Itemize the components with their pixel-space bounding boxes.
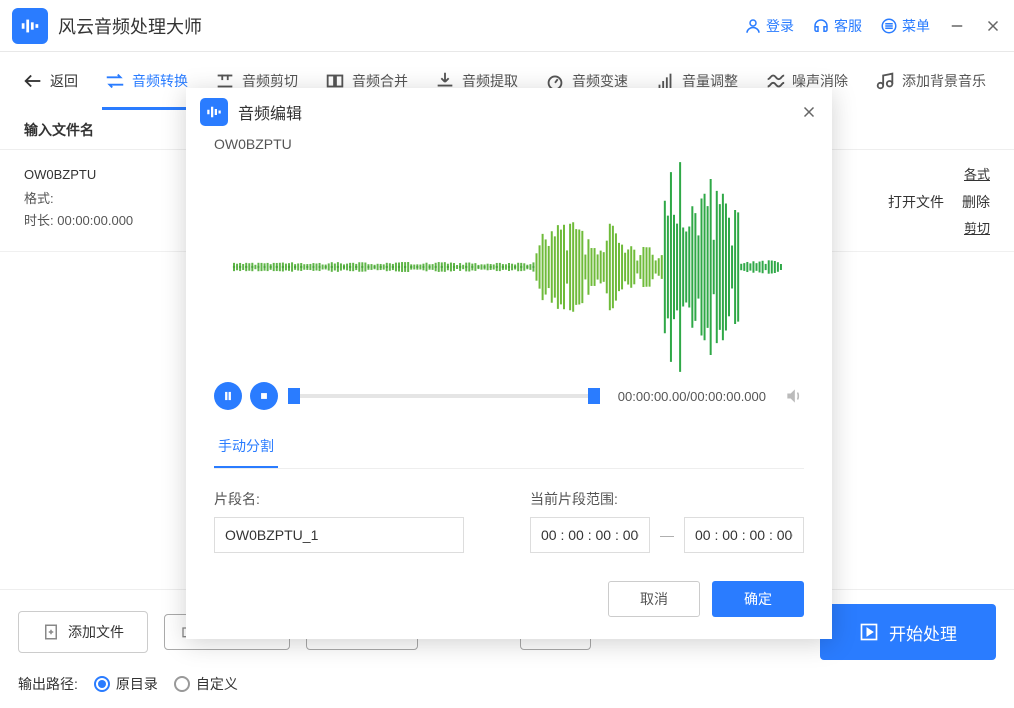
login-button[interactable]: 登录 <box>744 16 794 36</box>
segment-name-input[interactable] <box>214 517 464 553</box>
music-icon <box>874 70 896 92</box>
radio-original-dir[interactable]: 原目录 <box>94 674 158 694</box>
dialog-tabs: 手动分割 <box>214 426 804 469</box>
service-button[interactable]: 客服 <box>812 16 862 36</box>
app-logo <box>12 8 48 44</box>
range-slider[interactable] <box>292 392 596 400</box>
menu-icon <box>880 17 898 35</box>
radio-label: 自定义 <box>196 674 238 694</box>
back-button[interactable]: 返回 <box>12 52 88 110</box>
dialog-logo <box>200 98 228 126</box>
dialog-header: 音频编辑 <box>186 88 832 136</box>
player-controls: 00:00:00.00/00:00:00.000 <box>214 382 804 410</box>
waveform-display[interactable] <box>214 152 804 382</box>
tab-manual-split[interactable]: 手动分割 <box>214 426 278 468</box>
range-dash: — <box>660 527 674 543</box>
radio-custom-dir[interactable]: 自定义 <box>174 674 238 694</box>
play-box-icon <box>859 622 879 642</box>
pause-icon <box>221 389 235 403</box>
tab-bgm[interactable]: 添加背景音乐 <box>864 52 996 110</box>
open-file-button[interactable]: 打开文件 <box>888 192 944 212</box>
titlebar: 风云音频处理大师 登录 客服 菜单 <box>0 0 1014 52</box>
cancel-button[interactable]: 取消 <box>608 581 700 617</box>
file-plus-icon <box>42 623 60 641</box>
col-filename: 输入文件名 <box>24 120 94 140</box>
tab-convert[interactable]: 音频转换 <box>94 52 198 110</box>
headset-icon <box>812 17 830 35</box>
delete-file-button[interactable]: 删除 <box>962 192 990 212</box>
file-duration-label: 时长: <box>24 213 54 228</box>
minimize-button[interactable] <box>948 17 966 35</box>
start-button[interactable]: 开始处理 <box>820 604 996 660</box>
range-to-input[interactable] <box>684 517 804 553</box>
range-from-input[interactable] <box>530 517 650 553</box>
waveform-icon <box>19 15 41 37</box>
range-label: 当前片段范围: <box>530 489 804 509</box>
close-button[interactable] <box>984 17 1002 35</box>
start-label: 开始处理 <box>889 620 957 645</box>
slider-handle-end[interactable] <box>588 388 600 404</box>
add-file-button[interactable]: 添加文件 <box>18 611 148 653</box>
file-duration: 00:00:00.000 <box>57 213 133 228</box>
dialog-title: 音频编辑 <box>238 100 302 124</box>
login-label: 登录 <box>766 16 794 36</box>
speaker-icon[interactable] <box>784 386 804 406</box>
arrow-left-icon <box>22 70 44 92</box>
tab-label: 音频转换 <box>132 71 188 91</box>
radio-label: 原目录 <box>116 674 158 694</box>
time-display: 00:00:00.00/00:00:00.000 <box>618 389 766 404</box>
add-file-label: 添加文件 <box>68 622 124 642</box>
service-label: 客服 <box>834 16 862 36</box>
convert-icon <box>104 70 126 92</box>
stop-button[interactable] <box>250 382 278 410</box>
audio-edit-dialog: 音频编辑 OW0BZPTU 00:00:00.00/00:00:00.000 <box>186 88 832 639</box>
dialog-filename: OW0BZPTU <box>214 136 804 152</box>
app-title: 风云音频处理大师 <box>58 13 202 39</box>
menu-button[interactable]: 菜单 <box>880 16 930 36</box>
file-cut-link[interactable]: 剪切 <box>964 221 990 236</box>
stop-icon <box>257 389 271 403</box>
back-label: 返回 <box>50 71 78 91</box>
output-path-label: 输出路径: <box>18 674 78 694</box>
segment-name-label: 片段名: <box>214 489 470 509</box>
ok-button[interactable]: 确定 <box>712 581 804 617</box>
menu-label: 菜单 <box>902 16 930 36</box>
waveform-icon <box>205 103 223 121</box>
slider-handle-start[interactable] <box>288 388 300 404</box>
dialog-close-button[interactable] <box>800 103 818 121</box>
pause-button[interactable] <box>214 382 242 410</box>
tab-label: 添加背景音乐 <box>902 71 986 91</box>
file-format-link[interactable]: 各式 <box>964 167 990 182</box>
user-icon <box>744 17 762 35</box>
file-format-label: 格式: <box>24 191 54 206</box>
